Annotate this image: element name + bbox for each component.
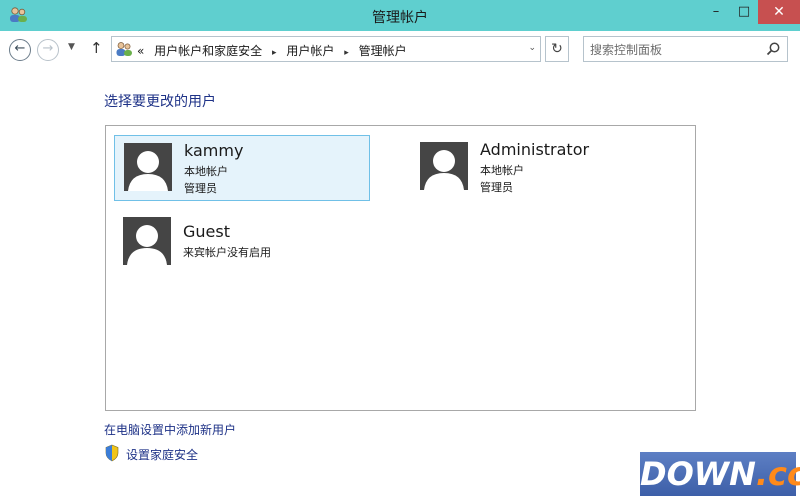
avatar xyxy=(124,143,172,191)
watermark-logo: DOWN.cc xyxy=(640,452,800,496)
forward-button[interactable]: → xyxy=(37,39,59,61)
navigation-bar: ← → ▼ ↑ « 用户帐户和家庭安全 ▸ 用户帐户 ▸ 管理帐户 ⌄ ↻ xyxy=(0,31,800,67)
address-bar[interactable]: « 用户帐户和家庭安全 ▸ 用户帐户 ▸ 管理帐户 ⌄ xyxy=(111,36,541,62)
breadcrumb-item-family-safety[interactable]: 用户帐户和家庭安全 xyxy=(154,44,262,58)
family-safety-link[interactable]: 设置家庭安全 xyxy=(126,446,198,463)
user-tile-kammy[interactable]: kammy 本地帐户 管理员 xyxy=(114,135,370,201)
window-title: 管理帐户 xyxy=(372,10,428,26)
close-button[interactable]: ✕ xyxy=(758,0,800,24)
address-dropdown-icon[interactable]: ⌄ xyxy=(528,43,536,53)
title-bar: 管理帐户 – □ ✕ xyxy=(0,0,800,31)
up-button[interactable]: ↑ xyxy=(90,39,103,57)
refresh-button[interactable]: ↻ xyxy=(545,36,569,62)
breadcrumb-separator-icon[interactable]: ▸ xyxy=(272,48,277,58)
user-account-status: 来宾帐户没有启用 xyxy=(183,246,271,259)
user-silhouette-icon xyxy=(123,217,171,265)
page-heading: 选择要更改的用户 xyxy=(104,94,216,110)
add-user-link[interactable]: 在电脑设置中添加新用户 xyxy=(104,421,236,438)
back-button[interactable]: ← xyxy=(9,39,31,61)
breadcrumb-item-manage-accounts[interactable]: 管理帐户 xyxy=(359,44,407,58)
breadcrumb-item-user-accounts[interactable]: 用户帐户 xyxy=(286,44,334,58)
breadcrumb: « 用户帐户和家庭安全 ▸ 用户帐户 ▸ 管理帐户 xyxy=(137,42,413,59)
user-account-type: 本地帐户 xyxy=(184,165,228,178)
watermark-suffix: .cc xyxy=(755,455,800,493)
user-role: 管理员 xyxy=(480,181,513,194)
search-input[interactable] xyxy=(590,41,760,58)
user-name: Guest xyxy=(183,222,230,241)
maximize-button[interactable]: □ xyxy=(730,0,758,24)
user-silhouette-icon xyxy=(124,143,172,191)
control-panel-icon xyxy=(116,42,132,56)
user-silhouette-icon xyxy=(420,142,468,190)
user-list-panel: kammy 本地帐户 管理员 Administrator 本地帐户 管理员 Gu… xyxy=(105,125,696,411)
user-tile-administrator[interactable]: Administrator 本地帐户 管理员 xyxy=(411,135,667,201)
breadcrumb-overflow[interactable]: « xyxy=(137,44,144,58)
user-name: kammy xyxy=(184,141,244,160)
avatar xyxy=(123,217,171,265)
minimize-button[interactable]: – xyxy=(702,0,730,24)
watermark-text: DOWN.cc xyxy=(640,452,800,496)
breadcrumb-separator-icon[interactable]: ▸ xyxy=(344,48,349,58)
search-box[interactable] xyxy=(583,36,788,62)
avatar xyxy=(420,142,468,190)
recent-locations-button[interactable]: ▼ xyxy=(68,42,75,52)
user-account-type: 本地帐户 xyxy=(480,164,524,177)
user-role: 管理员 xyxy=(184,182,217,195)
user-tile-guest[interactable]: Guest 来宾帐户没有启用 xyxy=(114,216,370,282)
user-name: Administrator xyxy=(480,140,590,159)
search-icon[interactable] xyxy=(765,41,781,57)
watermark-main: DOWN xyxy=(640,455,756,493)
shield-icon xyxy=(105,444,119,462)
